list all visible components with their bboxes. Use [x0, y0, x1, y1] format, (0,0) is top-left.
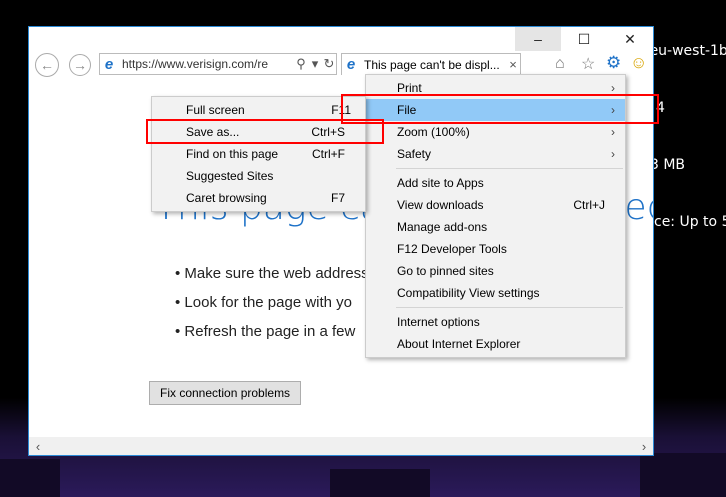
menu-item-suggested-sites[interactable]: Suggested Sites [152, 165, 365, 187]
back-button[interactable]: ← [35, 53, 59, 77]
ie-page-icon: e [104, 55, 114, 73]
menu-item-full-screen[interactable]: Full screen F11 [152, 99, 365, 121]
menu-item-compat-view[interactable]: Compatibility View settings [366, 282, 625, 304]
menu-item-label: Print [397, 81, 422, 95]
suggestion-item: • Look for the page with yo [175, 294, 353, 311]
forward-button[interactable]: → [69, 54, 91, 76]
suggestion-text: Look for the page with yo [184, 294, 353, 311]
refresh-icon[interactable]: ↻ [322, 56, 336, 72]
forward-arrow-icon: → [73, 57, 87, 73]
window-controls: – ☐ ✕ [515, 27, 653, 51]
menu-item-caret-browsing[interactable]: Caret browsing F7 [152, 187, 365, 209]
tab-current[interactable]: e This page can't be displ... × [341, 53, 521, 75]
menu-item-add-site-to-apps[interactable]: Add site to Apps [366, 172, 625, 194]
menu-item-pinned-sites[interactable]: Go to pinned sites [366, 260, 625, 282]
menu-item-safety[interactable]: Safety › [366, 143, 625, 165]
menu-item-internet-options[interactable]: Internet options [366, 311, 625, 333]
minimize-button[interactable]: – [515, 27, 561, 51]
background-silhouette [640, 453, 726, 497]
close-button[interactable]: ✕ [607, 27, 653, 51]
menu-item-label: View downloads [397, 198, 484, 212]
menu-item-label: Manage add-ons [397, 220, 488, 234]
menu-separator [396, 168, 623, 169]
suggestion-text: Make sure the web address [184, 265, 369, 282]
menu-item-shortcut: Ctrl+J [573, 198, 605, 212]
menu-item-label: Suggested Sites [186, 169, 274, 183]
menu-item-label: Safety [397, 147, 432, 161]
maximize-button[interactable]: ☐ [561, 27, 607, 51]
menu-item-f12-tools[interactable]: F12 Developer Tools [366, 238, 625, 260]
submenu-arrow-icon: › [611, 125, 615, 139]
home-icon[interactable]: ⌂ [555, 55, 565, 73]
highlight-box-save-as [146, 119, 384, 144]
menu-item-label: Add site to Apps [397, 176, 484, 190]
scroll-right-icon[interactable]: › [635, 439, 653, 454]
address-bar[interactable]: e https://www.verisign.com/re ⚲ ▾ ↻ [99, 53, 337, 75]
smiley-feedback-icon[interactable]: ☺ [630, 53, 647, 73]
menu-item-label: Find on this page [186, 147, 279, 161]
suggestion-item: • Refresh the page in a few [175, 323, 356, 340]
fix-connection-button[interactable]: Fix connection problems [149, 381, 302, 405]
menu-item-label: Compatibility View settings [397, 286, 540, 300]
menu-item-label: Zoom (100%) [397, 125, 470, 139]
menu-item-label: F12 Developer Tools [397, 242, 507, 256]
menu-item-shortcut: F7 [330, 191, 345, 205]
suggestion-list: • Make sure the web address • Look for t… [175, 265, 369, 352]
menu-item-find[interactable]: Find on this page Ctrl+F [152, 143, 365, 165]
menu-item-manage-addons[interactable]: Manage add-ons [366, 216, 625, 238]
scroll-left-icon[interactable]: ‹ [29, 439, 47, 454]
menu-item-about-ie[interactable]: About Internet Explorer [366, 333, 625, 355]
menu-separator [396, 307, 623, 308]
dropdown-arrow-icon[interactable]: ▾ [308, 56, 322, 72]
back-arrow-icon: ← [40, 57, 54, 73]
horizontal-scrollbar[interactable]: ‹ › [29, 437, 653, 455]
menu-item-label: Full screen [186, 103, 245, 117]
suggestion-item: • Make sure the web address [175, 265, 369, 282]
search-icon[interactable]: ⚲ [294, 56, 308, 72]
background-silhouette [0, 459, 60, 497]
favorites-star-icon[interactable]: ☆ [581, 54, 595, 74]
file-submenu: Full screen F11 Save as... Ctrl+S Find o… [151, 96, 366, 212]
menu-item-label: About Internet Explorer [397, 337, 521, 351]
ie-tab-icon: e [346, 56, 356, 73]
submenu-arrow-icon: › [611, 147, 615, 161]
tab-close-icon[interactable]: × [506, 57, 520, 72]
menu-item-label: Go to pinned sites [397, 264, 494, 278]
menu-item-label: Caret browsing [186, 191, 267, 205]
tab-title: This page can't be displ... [364, 57, 500, 72]
menu-item-zoom[interactable]: Zoom (100%) › [366, 121, 625, 143]
tools-gear-icon[interactable]: ⚙ [606, 53, 621, 73]
highlight-box-file [341, 94, 659, 124]
menu-item-shortcut: Ctrl+F [312, 147, 345, 161]
suggestion-text: Refresh the page in a few [184, 323, 356, 340]
background-silhouette [330, 469, 430, 497]
submenu-arrow-icon: › [611, 81, 615, 95]
address-url[interactable]: https://www.verisign.com/re [118, 57, 294, 71]
menu-item-label: Internet options [397, 315, 480, 329]
menu-item-view-downloads[interactable]: View downloads Ctrl+J [366, 194, 625, 216]
